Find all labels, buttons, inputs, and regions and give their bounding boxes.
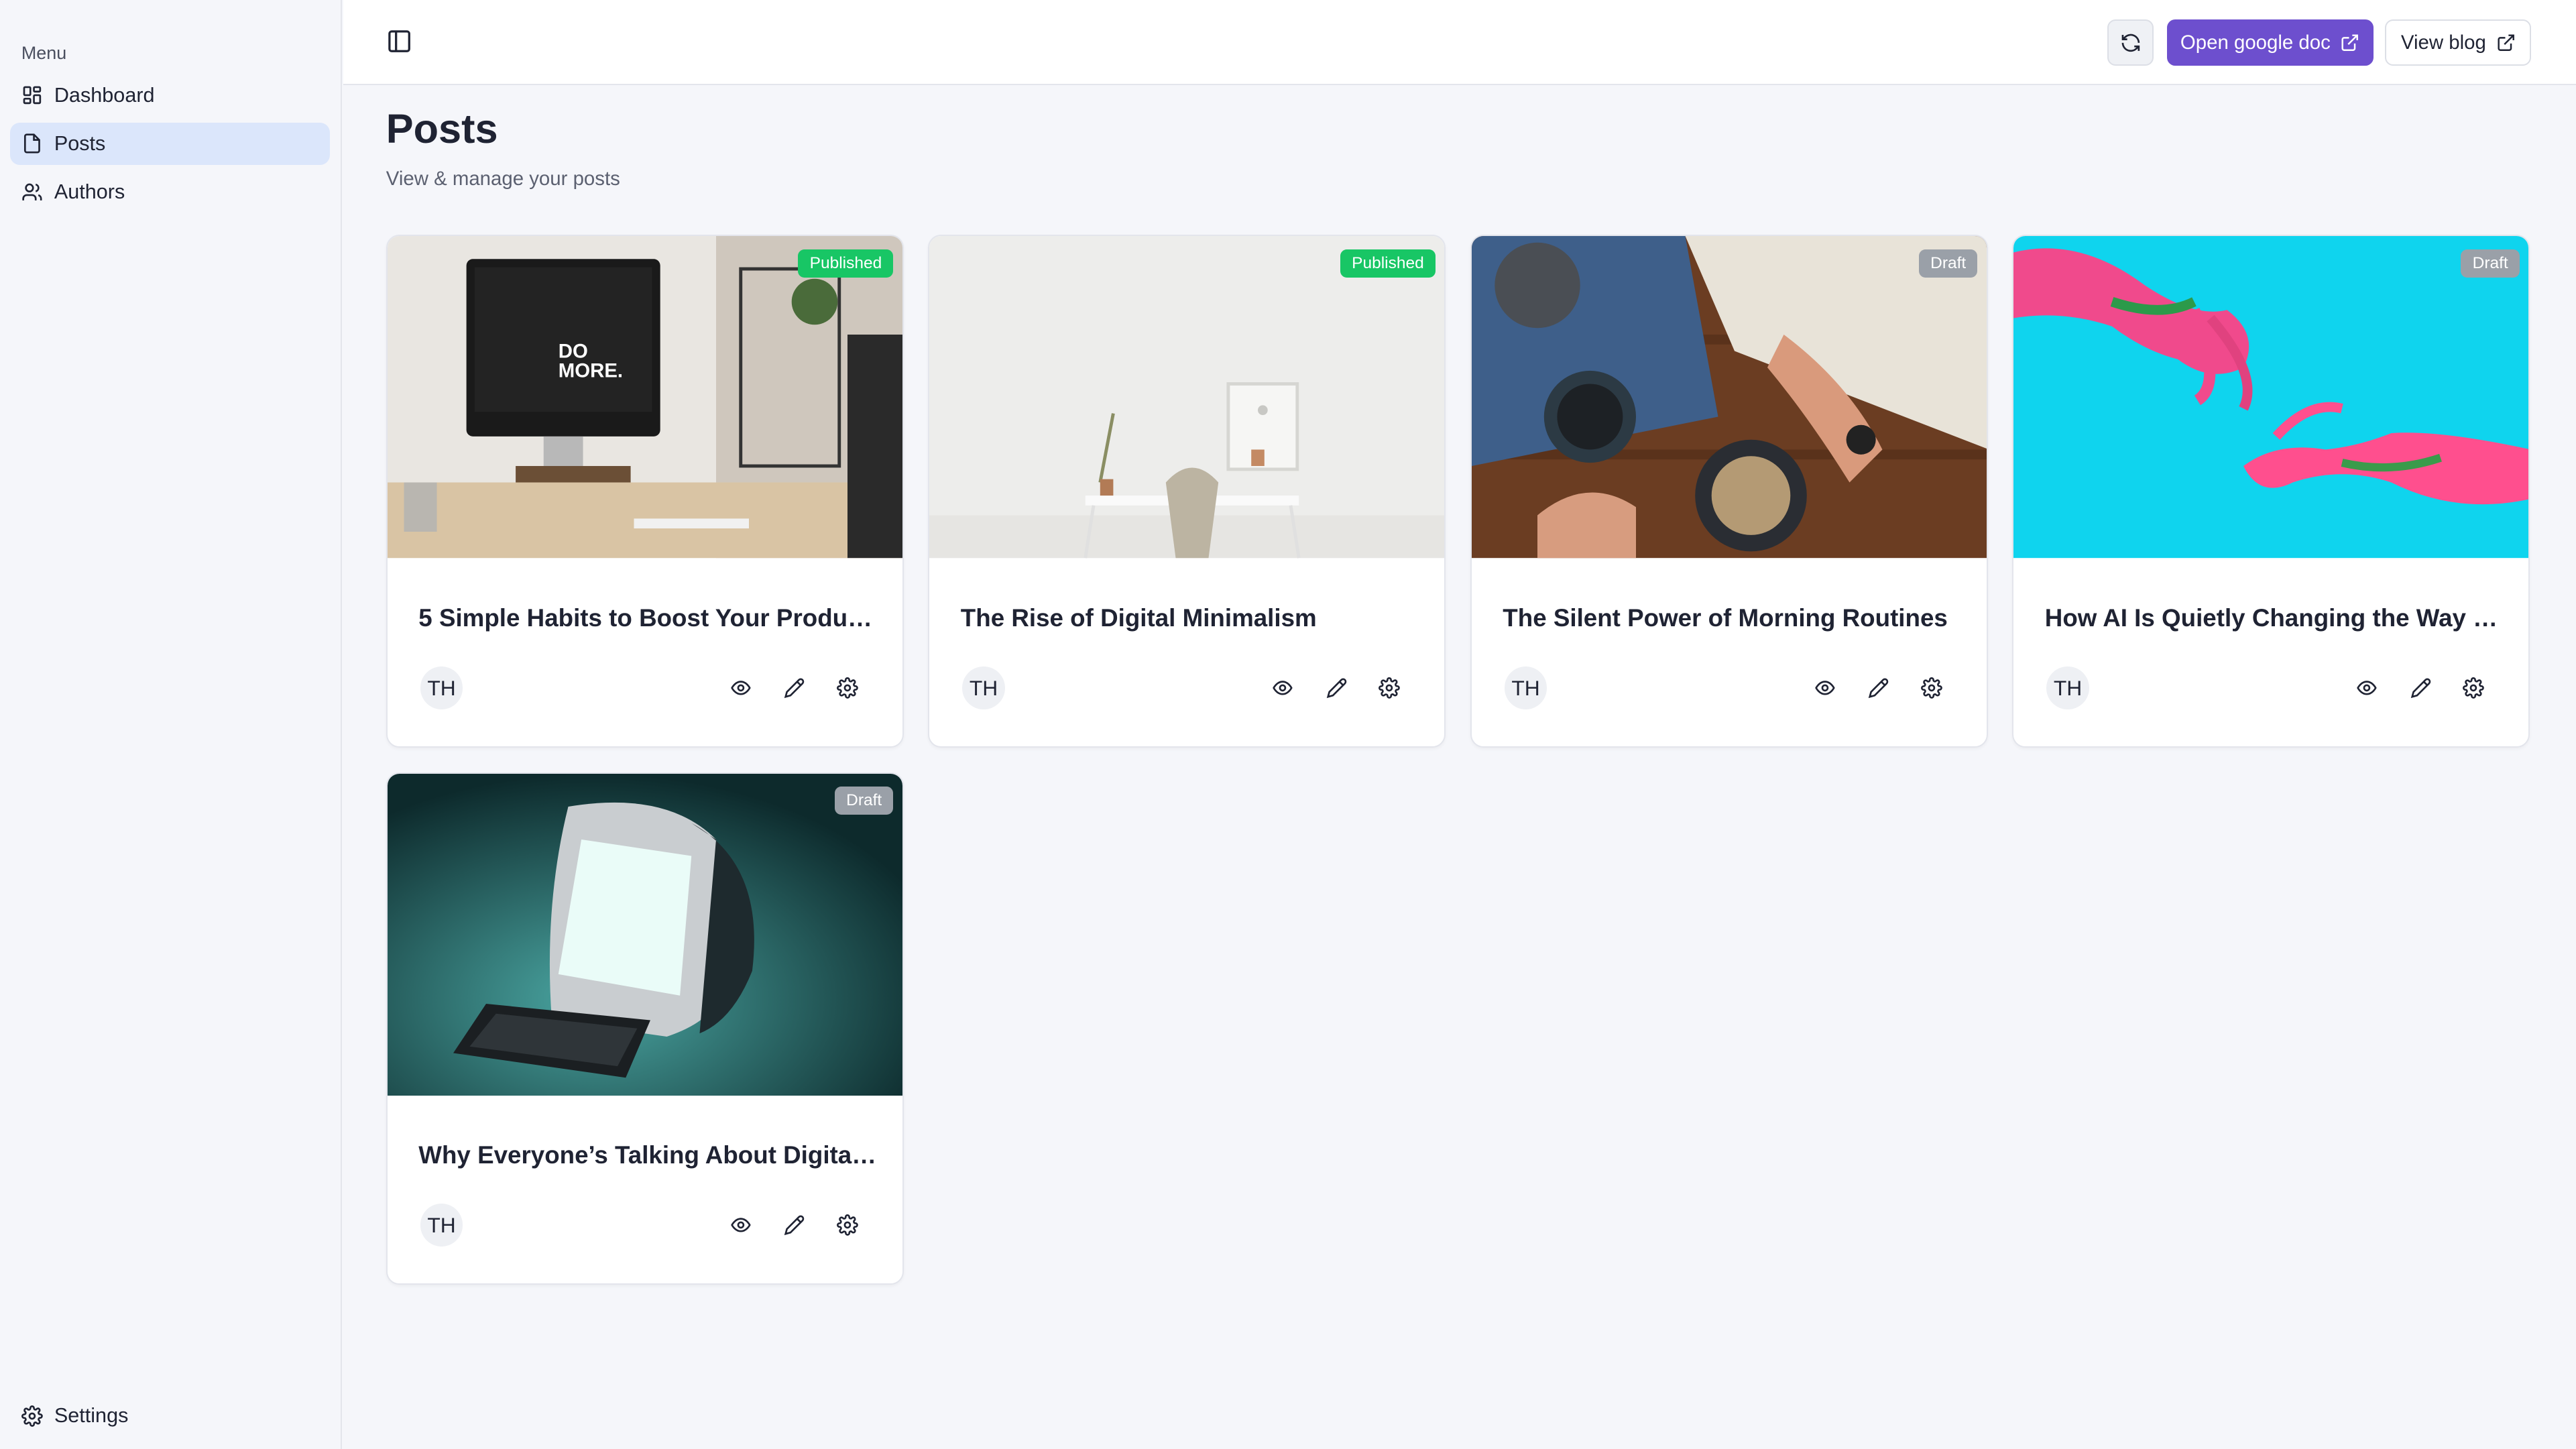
pencil-icon [1869, 678, 1889, 699]
view-blog-button[interactable]: View blog [2385, 19, 2532, 66]
refresh-icon [2121, 34, 2140, 52]
post-settings-button[interactable] [834, 675, 860, 701]
open-google-doc-label: Open google doc [2180, 31, 2331, 54]
edit-post-button[interactable] [1866, 675, 1892, 701]
post-cover-image[interactable]: DO MORE. Published [387, 236, 902, 559]
sidebar-toggle-button[interactable] [386, 28, 412, 54]
sidebar-item-authors[interactable]: Authors [10, 171, 331, 214]
status-badge: Draft [2461, 249, 2520, 278]
gear-icon [1920, 677, 1942, 699]
status-badge: Published [798, 249, 894, 278]
file-icon [23, 133, 40, 154]
post-card[interactable]: Published The Rise of Digital Minimalism… [928, 235, 1446, 748]
view-post-button[interactable] [2353, 675, 2380, 701]
open-google-doc-button[interactable]: Open google doc [2166, 19, 2374, 66]
pencil-icon [784, 678, 805, 699]
post-cover-image[interactable]: Draft [1471, 236, 1987, 559]
sidebar-item-label: Posts [54, 131, 106, 155]
eye-icon [730, 1218, 751, 1232]
gear-icon [836, 677, 858, 699]
page-subtitle: View & manage your posts [386, 167, 620, 190]
post-settings-button[interactable] [834, 1212, 860, 1238]
sidebar-item-label: Authors [54, 180, 125, 204]
sidebar-item-label: Settings [54, 1404, 129, 1428]
app: Menu Dashboard Posts Authors Settings Op… [0, 0, 2576, 1449]
dashboard-grid-icon [23, 86, 42, 105]
status-badge: Draft [1918, 249, 1978, 278]
status-badge: Published [1340, 249, 1436, 278]
view-blog-label: View blog [2400, 31, 2486, 54]
post-settings-button[interactable] [1918, 675, 1944, 701]
page-title: Posts [386, 105, 498, 152]
edit-post-button[interactable] [1324, 675, 1350, 701]
author-avatar[interactable]: TH [420, 666, 463, 709]
users-icon [22, 183, 42, 200]
view-post-button[interactable] [727, 1212, 754, 1238]
post-card[interactable]: Draft Why Everyone’s Talking About Digit… [386, 772, 904, 1285]
gear-icon [2463, 677, 2485, 699]
post-cover-image[interactable]: Draft [2013, 236, 2529, 559]
view-post-button[interactable] [1269, 675, 1295, 701]
refresh-button[interactable] [2107, 19, 2154, 66]
gear-icon [836, 1214, 858, 1236]
eye-icon [1814, 681, 1835, 695]
view-post-button[interactable] [727, 675, 754, 701]
gear-icon [21, 1405, 43, 1427]
sidebar: Menu Dashboard Posts Authors Settings [0, 0, 342, 1449]
author-avatar[interactable]: TH [962, 666, 1005, 709]
menu-title: Menu [21, 42, 67, 63]
author-avatar[interactable]: TH [2046, 666, 2089, 709]
sidebar-item-label: Dashboard [54, 83, 155, 107]
author-avatar[interactable]: TH [1504, 666, 1547, 709]
post-settings-button[interactable] [2461, 675, 2487, 701]
sidebar-item-posts[interactable]: Posts [9, 122, 331, 166]
post-title[interactable]: Why Everyone’s Talking About Digital Det… [418, 1141, 878, 1169]
panel-left-icon [388, 30, 410, 52]
sidebar-item-settings[interactable]: Settings [10, 1395, 331, 1438]
sidebar-nav: Dashboard Posts Authors [9, 74, 331, 219]
pencil-icon [784, 1215, 805, 1236]
post-cover-image[interactable]: Draft [387, 773, 902, 1096]
sidebar-item-dashboard[interactable]: Dashboard [10, 74, 331, 117]
status-badge: Draft [834, 787, 894, 815]
post-card[interactable]: Draft How AI Is Quietly Changing the Way… [2012, 235, 2530, 748]
post-settings-button[interactable] [1377, 675, 1403, 701]
svg-text:DO: DO [559, 341, 588, 363]
eye-icon [2357, 681, 2377, 695]
top-bar: Open google doc View blog [343, 0, 2576, 85]
eye-icon [1273, 681, 1293, 695]
pencil-icon [2410, 678, 2431, 699]
external-link-icon [2497, 34, 2514, 51]
gear-icon [1379, 677, 1401, 699]
external-link-icon [2341, 34, 2359, 51]
edit-post-button[interactable] [782, 675, 808, 701]
post-title[interactable]: 5 Simple Habits to Boost Your Productivi… [418, 604, 878, 632]
edit-post-button[interactable] [2408, 675, 2434, 701]
eye-icon [730, 681, 751, 695]
post-card[interactable]: DO MORE. Published 5 Simple Habits to Bo… [386, 235, 904, 748]
post-title[interactable]: The Rise of Digital Minimalism [961, 604, 1421, 632]
view-post-button[interactable] [1812, 675, 1838, 701]
svg-text:MORE.: MORE. [559, 360, 623, 382]
post-cover-image[interactable]: Published [929, 236, 1445, 559]
post-card[interactable]: Draft The Silent Power of Morning Routin… [1470, 235, 1988, 748]
author-avatar[interactable]: TH [420, 1204, 463, 1247]
pencil-icon [1326, 678, 1347, 699]
post-title[interactable]: The Silent Power of Morning Routines [1503, 604, 1963, 632]
edit-post-button[interactable] [782, 1212, 808, 1238]
post-title[interactable]: How AI Is Quietly Changing the Way We Li… [2045, 604, 2505, 632]
